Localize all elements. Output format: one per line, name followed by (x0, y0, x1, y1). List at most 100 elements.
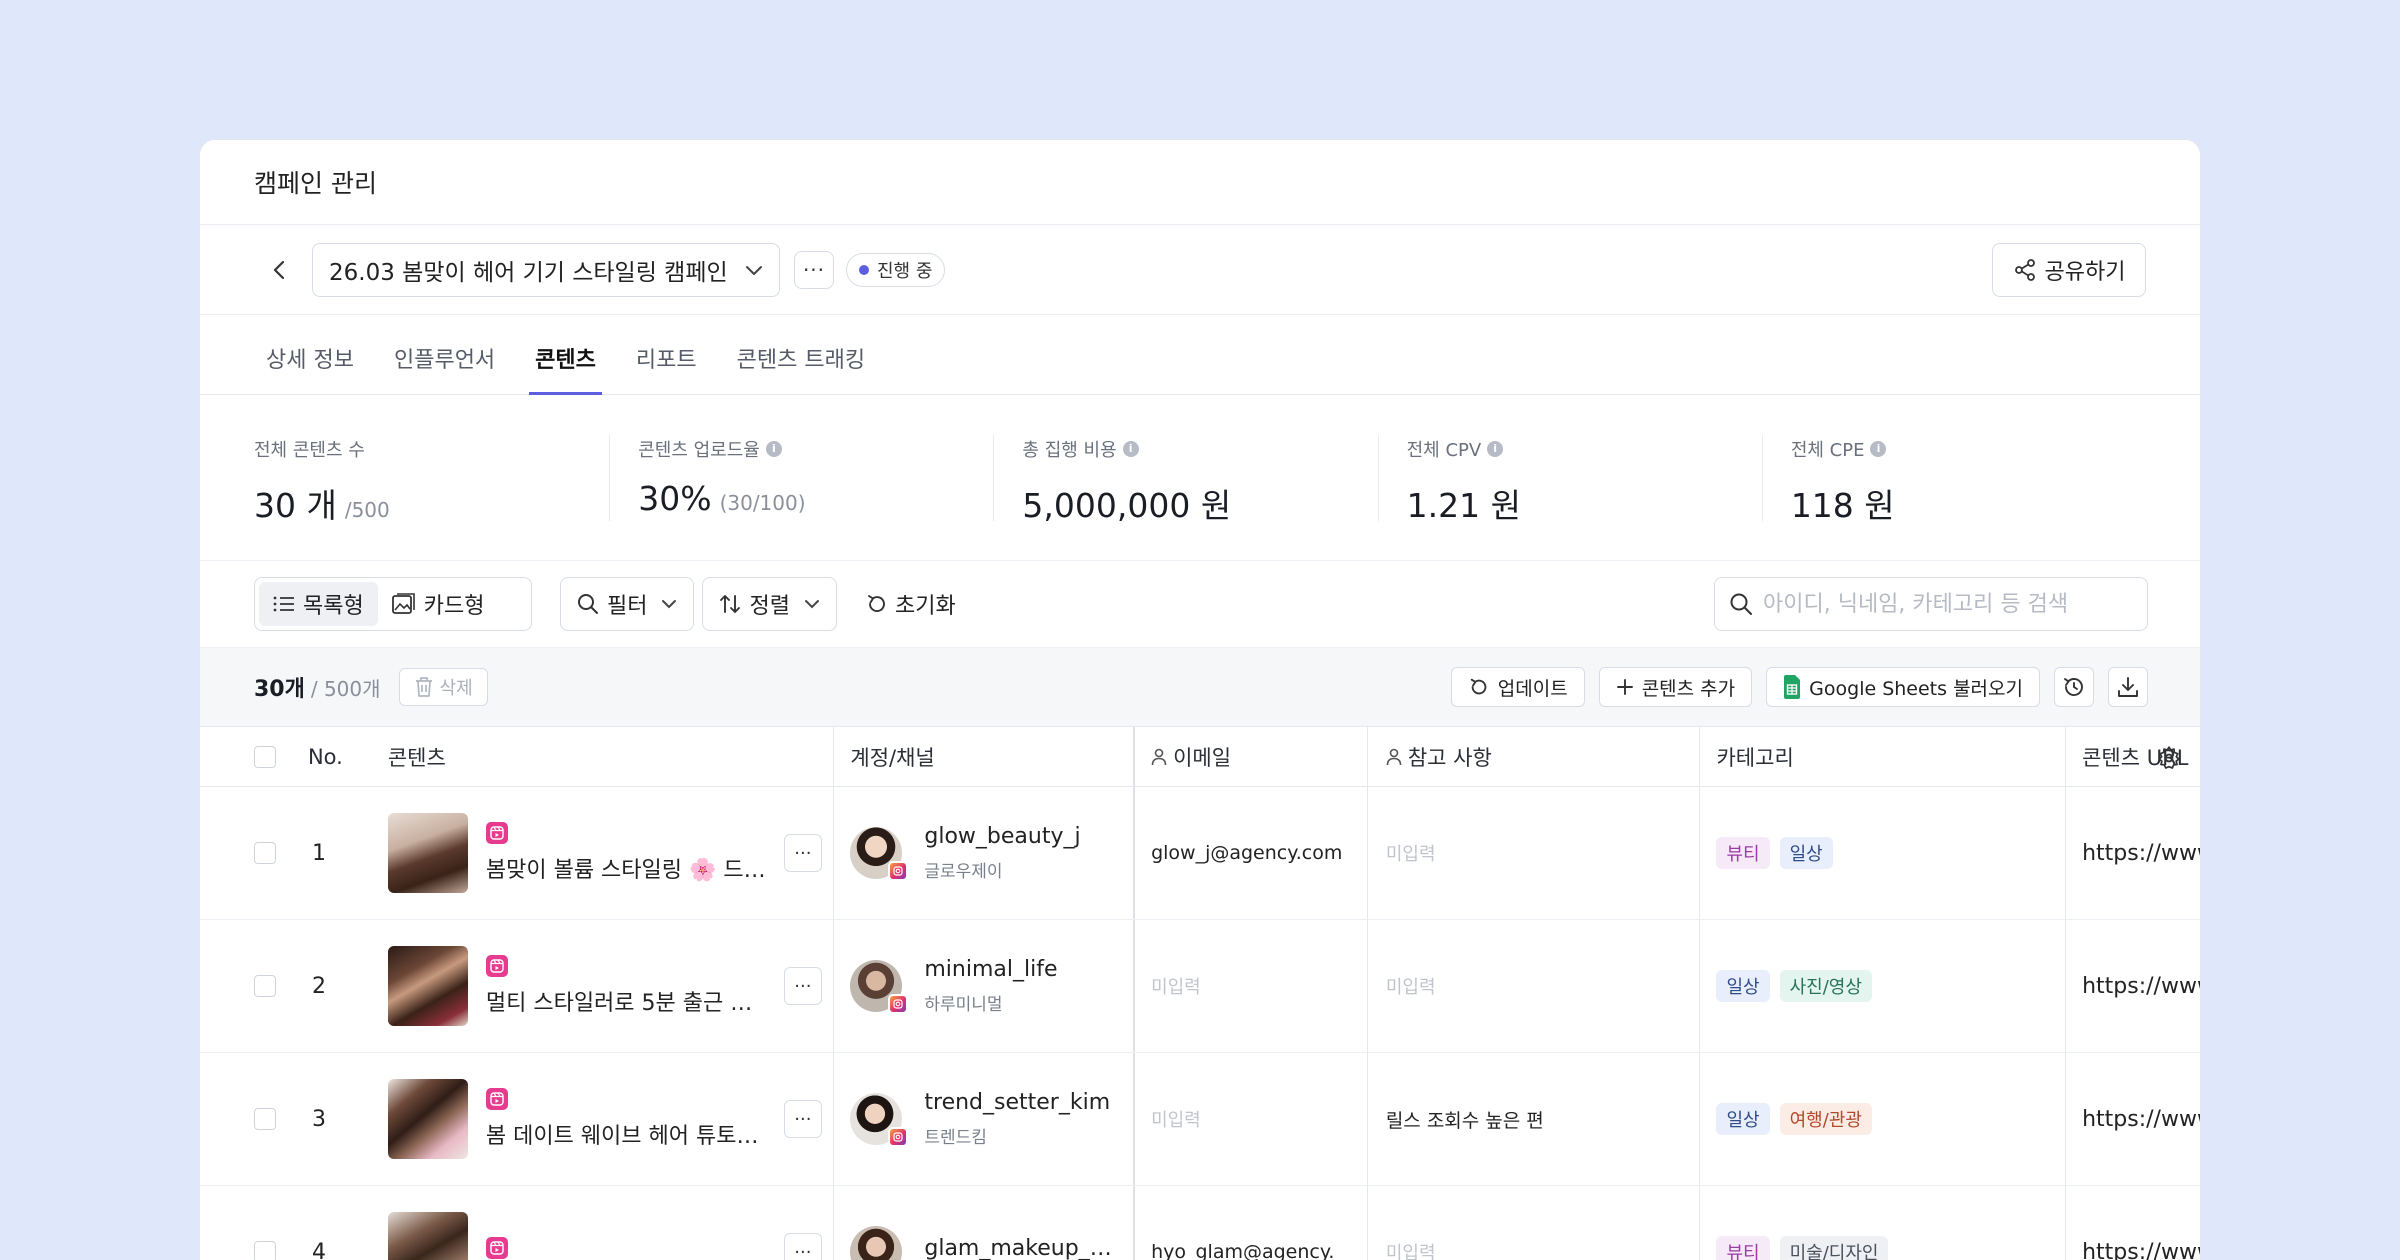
content-count-total: / 500개 (310, 676, 381, 701)
reset-button[interactable]: 초기화 (865, 588, 956, 620)
share-button[interactable]: 공유하기 (1992, 242, 2146, 297)
history-button[interactable] (2054, 667, 2094, 707)
email-cell[interactable]: glow_j@agency.com (1135, 787, 1368, 919)
note-cell[interactable]: 미입력 (1368, 920, 1701, 1052)
import-sheets-button[interactable]: Google Sheets 불러오기 (1766, 667, 2040, 707)
content-title[interactable]: 봄맞이 볼륨 스타일링 🌸 드라이 꿀팁 (486, 852, 766, 884)
account-id[interactable]: glow_beauty_j (924, 824, 1080, 849)
table-row[interactable]: 2 멀티 스타일러로 5분 출근 도전 ··· minimal_life 하루미… (200, 920, 2200, 1053)
select-all-checkbox[interactable] (254, 745, 276, 768)
header-no: No. (307, 744, 343, 769)
account-id[interactable]: minimal_life (924, 957, 1057, 982)
stats-panel: 전체 콘텐츠 수 30 개/500 콘텐츠 업로드율 i 30% (30/100) … (200, 395, 2200, 561)
stat-label: 전체 CPE (1790, 439, 1865, 461)
delete-label: 삭제 (439, 678, 473, 699)
status-dot (859, 264, 869, 275)
content-thumbnail[interactable] (387, 1079, 468, 1159)
avatar[interactable] (850, 960, 909, 1014)
account-id[interactable]: glam_makeup_h... (924, 1236, 1124, 1260)
reels-icon (485, 822, 508, 844)
update-button[interactable]: 업데이트 (1450, 667, 1585, 707)
content-title[interactable]: 봄 데이트 웨이브 헤어 튜토리얼 (486, 1118, 766, 1150)
page-title: 캠페인 관리 (254, 169, 377, 198)
share-icon (2014, 258, 2035, 281)
reset-icon (868, 595, 885, 612)
email-cell[interactable]: 미입력 (1135, 1053, 1368, 1185)
add-content-button[interactable]: 콘텐츠 추가 (1598, 667, 1753, 707)
content-thumbnail[interactable] (387, 946, 468, 1026)
category-tag: 미술/디자인 (1779, 1236, 1889, 1260)
tab-details[interactable]: 상세 정보 (260, 342, 360, 394)
list-view-button[interactable]: 목록형 (259, 582, 378, 626)
tab-influencers[interactable]: 인플루언서 (388, 342, 501, 394)
content-url: https://www.instagram.com/reel/1 (2082, 840, 2200, 866)
account-cell: glow_beauty_j 글로우제이 (833, 787, 1136, 919)
table-row[interactable]: 3 봄 데이트 웨이브 헤어 튜토리얼 ··· trend_setter_kim… (200, 1053, 2200, 1186)
header-category[interactable]: 카테고리 (1700, 726, 2067, 787)
category-cell[interactable]: 일상 여행/관광 (1700, 1053, 2067, 1185)
row-no-label: 4 (311, 1239, 326, 1260)
info-icon[interactable]: i (1870, 440, 1887, 457)
back-button[interactable] (264, 250, 294, 290)
header-email[interactable]: 이메일 (1135, 726, 1368, 787)
info-icon[interactable]: i (1122, 440, 1139, 457)
category-cell[interactable]: 뷰티 일상 (1700, 787, 2067, 919)
delete-button[interactable]: 삭제 (398, 668, 488, 706)
avatar[interactable] (850, 1226, 903, 1260)
campaign-more-button[interactable]: ··· (794, 250, 834, 289)
email-cell[interactable]: 미입력 (1135, 920, 1368, 1052)
row-checkbox[interactable] (254, 975, 276, 997)
search-input[interactable] (1763, 591, 2133, 617)
stat-value: 30% (638, 478, 712, 518)
tab-content-tracking[interactable]: 콘텐츠 트래킹 (731, 342, 871, 394)
account-id[interactable]: trend_setter_kim (924, 1090, 1110, 1115)
tab-report[interactable]: 리포트 (630, 342, 703, 394)
email-value: hyo_glam@agency. (1151, 1241, 1335, 1260)
content-thumbnail[interactable] (387, 813, 468, 893)
content-thumbnail[interactable] (387, 1212, 468, 1260)
row-checkbox[interactable] (254, 842, 276, 864)
category-cell[interactable]: 일상 사진/영상 (1700, 920, 2067, 1052)
row-checkbox[interactable] (254, 1108, 276, 1130)
sort-button[interactable]: 정렬 (702, 577, 837, 631)
info-icon[interactable]: i (1487, 440, 1504, 457)
header-note[interactable]: 참고 사항 (1368, 726, 1701, 787)
status-label: 진행 중 (877, 260, 933, 282)
import-sheets-label: Google Sheets 불러오기 (1809, 677, 2023, 700)
row-no-label: 1 (311, 840, 326, 866)
filter-button[interactable]: 필터 (560, 577, 695, 631)
url-cell[interactable]: https://www.instagram.com/reel/3 (2066, 1053, 2200, 1185)
url-cell[interactable]: https://www.instagram.com/reel/2 (2066, 920, 2200, 1052)
column-settings-button[interactable] (2156, 745, 2182, 775)
header-account[interactable]: 계정/채널 (833, 727, 1136, 786)
info-icon[interactable]: i (765, 440, 782, 457)
account-name: 글로우제이 (924, 862, 1003, 882)
category-cell[interactable]: 뷰티 미술/디자인 (1700, 1186, 2067, 1260)
note-cell[interactable]: 미입력 (1368, 787, 1701, 919)
row-no: 4 (308, 1186, 378, 1260)
url-cell[interactable]: https://www.instagram.com/reel/1 (2066, 787, 2200, 919)
header-content[interactable]: 콘텐츠 (378, 727, 834, 787)
table-row[interactable]: 4 ··· glam_makeup_h... hyo_glam@agency. … (200, 1186, 2200, 1260)
row-more-button[interactable]: ··· (783, 1100, 822, 1138)
note-cell[interactable]: 미입력 (1368, 1186, 1701, 1260)
download-button[interactable] (2108, 667, 2148, 707)
row-checkbox[interactable] (254, 1241, 276, 1260)
content-title[interactable]: 멀티 스타일러로 5분 출근 도전 (486, 985, 766, 1017)
card-view-button[interactable]: 카드형 (378, 582, 499, 626)
note-cell[interactable]: 릴스 조회수 높은 편 (1368, 1053, 1701, 1185)
url-cell[interactable]: https://www.instagram.com/reel/4 (2066, 1186, 2200, 1260)
table-row[interactable]: 1 봄맞이 볼륨 스타일링 🌸 드라이 꿀팁 ··· glow_beauty_j… (200, 787, 2200, 920)
row-more-button[interactable]: ··· (783, 1233, 822, 1260)
email-cell[interactable]: hyo_glam@agency. (1135, 1186, 1368, 1260)
row-more-button[interactable]: ··· (783, 834, 822, 872)
account-name: 트렌드킴 (924, 1128, 987, 1148)
campaign-select[interactable]: 26.03 봄맞이 헤어 기기 스타일링 캠페인 (312, 242, 780, 297)
content-cell: 봄 데이트 웨이브 헤어 튜토리얼 ··· (378, 1053, 834, 1185)
tab-content[interactable]: 콘텐츠 (529, 342, 602, 395)
avatar[interactable] (850, 827, 909, 881)
avatar[interactable] (850, 1093, 909, 1147)
row-more-button[interactable]: ··· (783, 967, 822, 1005)
content-count: 30개 (254, 677, 305, 702)
trash-icon (415, 677, 432, 697)
